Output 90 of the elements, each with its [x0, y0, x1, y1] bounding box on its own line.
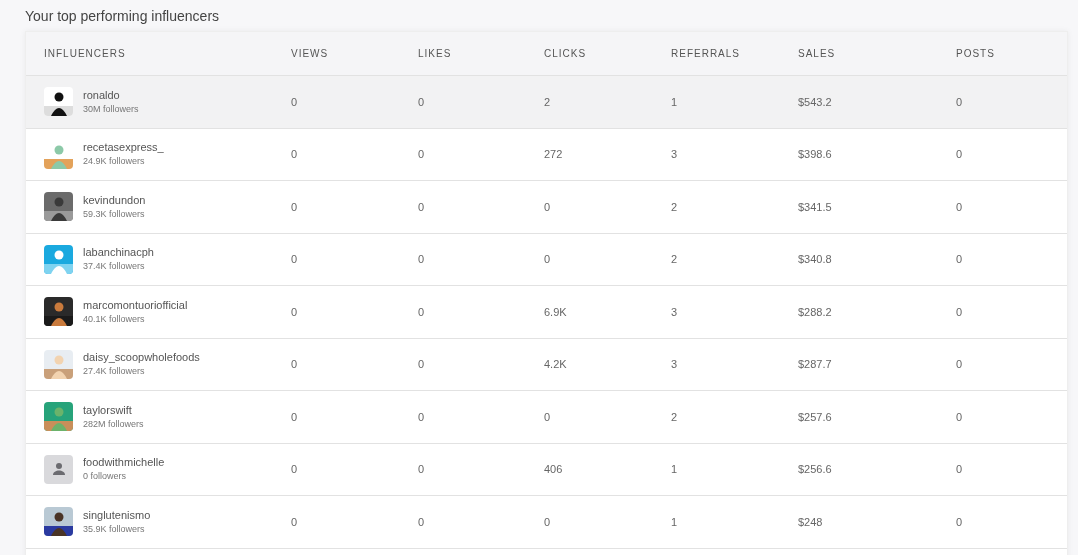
table-cell-text: 0 [418, 409, 426, 425]
table-cell-text: 3 [671, 304, 679, 320]
table-cell-text: 0 [291, 462, 299, 477]
column-header: INFLUENCERS [44, 47, 127, 61]
follower-count: 27.4K followers [83, 365, 146, 379]
influencer-name: taylorswift [83, 402, 133, 418]
table-cell-text: 0 [418, 147, 426, 162]
table-cell-text: 0 [291, 514, 299, 530]
table-row[interactable]: recetasexpress_ 24.9K followers 0 0 272 3 $398.6 0 [26, 128, 1067, 181]
table-row[interactable]: foodwithmichelle 0 followers 0 0 406 1 $256.6 0 [26, 443, 1067, 496]
column-header: VIEWS [291, 47, 330, 61]
table-cell-text: 0 [291, 199, 299, 215]
table-cell-text: 0 [291, 252, 299, 267]
table-cell-text: 1 [671, 462, 679, 477]
column-header: CLICKS [544, 47, 588, 61]
table-cell-text: $543.2 [798, 94, 833, 110]
table-cell-text: 0 [418, 252, 426, 267]
table-cell-text: $248 [798, 514, 824, 530]
table-cell-text: 0 [418, 94, 426, 110]
table-cell-text: 0 [956, 462, 964, 477]
column-header: POSTS [956, 47, 996, 61]
table-cell-text: 0 [956, 199, 964, 215]
table-cell-text: 2 [671, 199, 679, 215]
table-cell-text: 0 [291, 409, 299, 425]
table-cell-text: 272 [544, 147, 564, 162]
table-cell-text: 0 [291, 147, 299, 162]
table-row[interactable]: daisy_scoopwholefoods 27.4K followers 0 0 4.2K 3 $287.7 0 [26, 338, 1067, 391]
table-cell-text: 2 [671, 409, 679, 425]
influencer-name: daisy_scoopwholefoods [83, 350, 200, 366]
table-cell-text: 0 [956, 514, 964, 530]
follower-count: 59.3K followers [83, 207, 146, 221]
influencer-name: marcomontuoriofficial [83, 297, 188, 313]
table-cell-text: 0 [956, 409, 964, 425]
table-cell-text: 0 [956, 94, 964, 110]
follower-count: 282M followers [83, 417, 144, 431]
table-cell-text: 1 [671, 514, 679, 530]
table-cell-text: 0 [291, 94, 299, 110]
table-cell-text: $288.2 [798, 304, 833, 320]
table-cell-text: 0 [544, 199, 552, 215]
table-row[interactable]: kevindundon 59.3K followers 0 0 0 2 $341.5 0 [26, 181, 1067, 234]
default-avatar-icon [44, 454, 73, 484]
table-row[interactable]: ronaldo 30M followers 0 0 2 1 $543.2 0 [26, 76, 1067, 129]
influencer-name: foodwithmichelle [83, 455, 165, 471]
table-row[interactable]: taylorswift 282M followers 0 0 0 2 $257.6 0 [26, 391, 1067, 444]
table-cell-text: 0 [544, 514, 552, 530]
table-cell-text: 406 [544, 462, 564, 477]
table-cell-text: $341.5 [798, 199, 833, 215]
table-cell-text: 0 [956, 357, 964, 372]
table-cell-text: 0 [956, 304, 964, 320]
table-row[interactable]: labanchinacph 37.4K followers 0 0 0 2 $340.8 0 [26, 233, 1067, 286]
table-cell-text: $256.6 [798, 462, 833, 477]
column-header: REFERRALS [671, 47, 741, 61]
table-cell-text: 3 [671, 357, 679, 372]
table-cell-text: $287.7 [798, 357, 833, 372]
table-cell-text: 0 [956, 252, 964, 267]
table-cell-text: 0 [418, 199, 426, 215]
column-header: LIKES [418, 47, 453, 61]
table-cell-text: 0 [418, 514, 426, 530]
table-cell-text: 0 [418, 357, 426, 372]
table-cell-text: 0 [291, 357, 299, 372]
table-row[interactable]: singlutenismo 35.9K followers 0 0 0 1 $248 0 [26, 496, 1067, 549]
table-cell-text: 0 [956, 147, 964, 162]
table-cell-text: 6.9K [544, 304, 568, 320]
follower-count: 40.1K followers [83, 312, 146, 326]
follower-count: 35.9K followers [83, 522, 146, 536]
table-cell-text: 4.2K [544, 357, 568, 372]
table-cell-text: 0 [418, 304, 426, 320]
follower-count: 0 followers [83, 470, 128, 484]
table-cell-text: 2 [671, 252, 679, 267]
table-row[interactable]: marcomontuoriofficial 40.1K followers 0 0 6.9K 3 $288.2 0 [26, 286, 1067, 339]
follower-count: 24.9K followers [83, 155, 146, 169]
influencer-name: kevindundon [83, 192, 146, 208]
table-cell-text: 0 [291, 304, 299, 320]
table-cell-text: 3 [671, 147, 679, 162]
table-cell-text: $398.6 [798, 147, 833, 162]
table-cell-text: 2 [544, 94, 552, 110]
influencer-name: recetasexpress_ [83, 140, 164, 156]
influencer-name: singlutenismo [83, 507, 151, 523]
table-cell-text: 1 [671, 94, 679, 110]
influencer-name: labanchinacph [83, 245, 154, 261]
column-header: SALES [798, 47, 837, 61]
follower-count: 30M followers [83, 102, 139, 116]
follower-count: 37.4K followers [83, 260, 146, 274]
table-cell-text: $257.6 [798, 409, 833, 425]
table-cell-text: $340.8 [798, 252, 833, 267]
section-title: Your top performing influencers [24, 7, 221, 25]
table-cell-text: 0 [418, 462, 426, 477]
table-cell-text: 0 [544, 409, 552, 425]
table-cell-text: 0 [544, 252, 552, 267]
influencer-name: ronaldo [83, 87, 121, 103]
